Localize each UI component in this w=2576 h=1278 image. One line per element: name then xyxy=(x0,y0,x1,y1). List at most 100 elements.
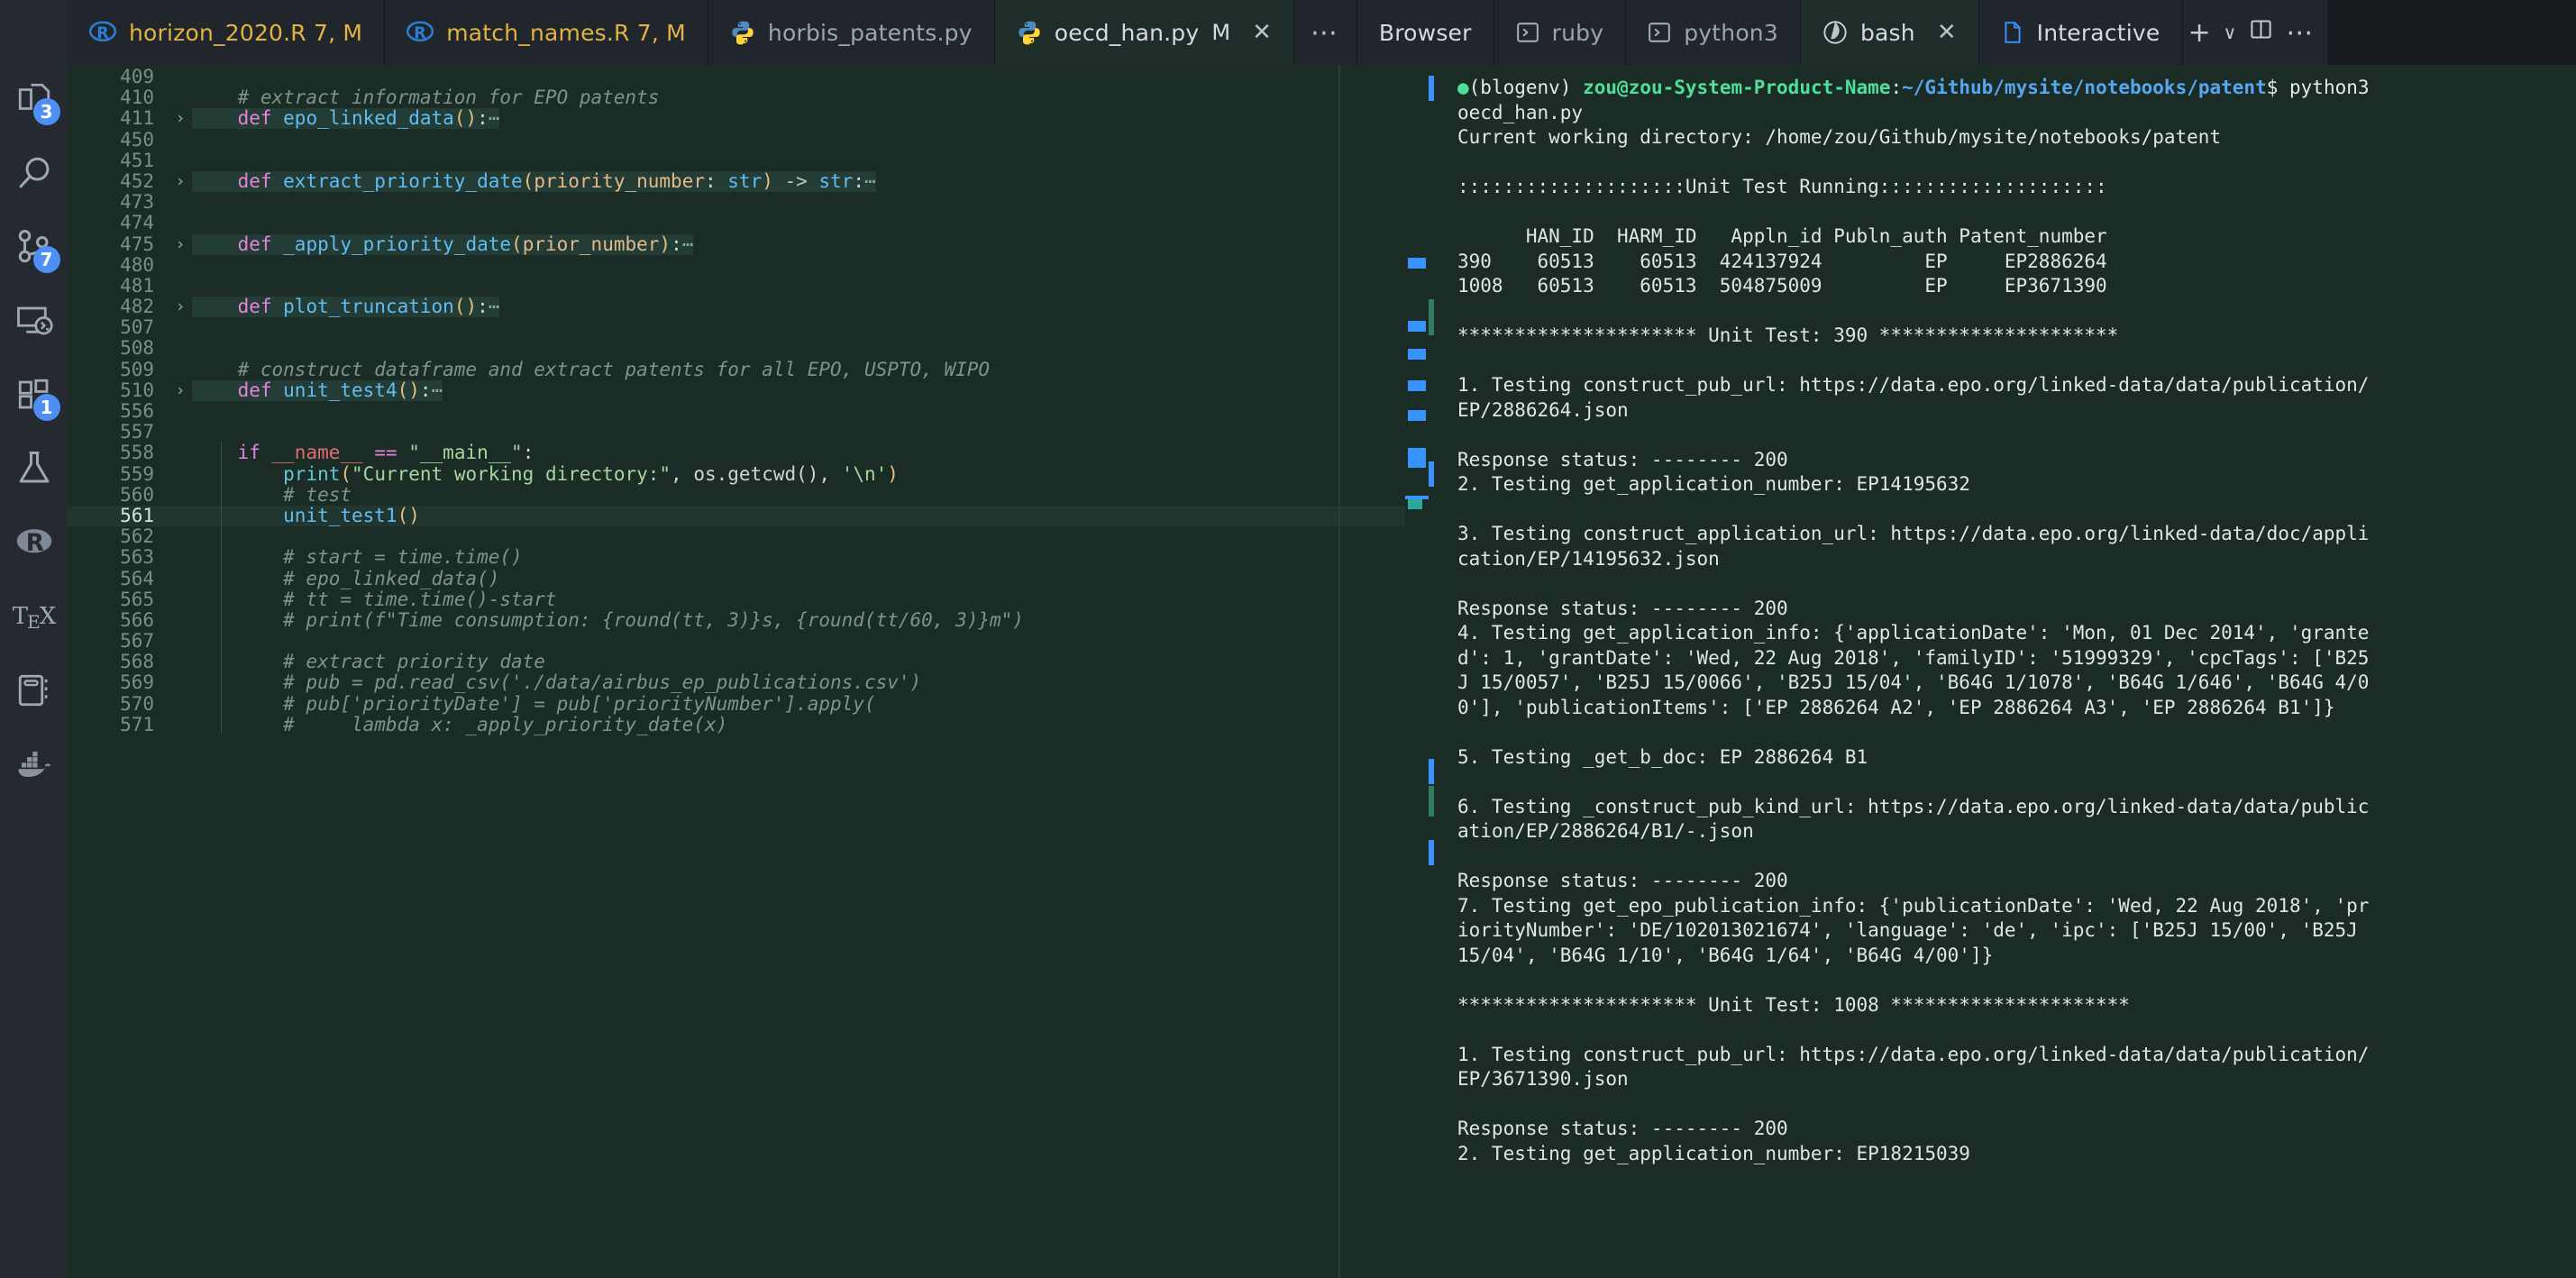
code-line[interactable]: 409 xyxy=(68,67,1429,87)
sidebar-item-search[interactable] xyxy=(9,148,59,198)
editor-tab-matchnames[interactable]: R match_names.R 7, M xyxy=(385,0,708,65)
code-line[interactable]: 480 xyxy=(68,255,1429,276)
code-line[interactable]: 563 # start = time.time() xyxy=(68,547,1429,568)
code-line[interactable]: 510› def unit_test4():⋯ xyxy=(68,380,1429,401)
sidebar-item-r-workspace[interactable]: R xyxy=(9,517,59,568)
bash-shell-icon xyxy=(1822,20,1848,45)
prompt-user-host: zou@zou-System-Product-Name xyxy=(1583,77,1890,98)
sidebar-item-docker[interactable] xyxy=(9,739,59,790)
prompt-colon: : xyxy=(1890,77,1902,98)
line-number: 409 xyxy=(68,67,169,87)
ruler-modified-marker xyxy=(1408,499,1422,509)
code-line[interactable]: 566 # print(f"Time consumption: {round(t… xyxy=(68,610,1429,631)
sidebar-item-extensions[interactable]: 1 xyxy=(9,370,59,420)
code-line[interactable]: 556 xyxy=(68,401,1429,422)
code-line[interactable]: 475› def _apply_priority_date(prior_numb… xyxy=(68,234,1429,255)
editor-tab-horbis-patents[interactable]: horbis_patents.py xyxy=(708,0,995,65)
line-number: 481 xyxy=(68,276,169,297)
terminal-line: Response status: -------- 200 xyxy=(1429,869,2576,894)
code-line[interactable]: 570 # pub['priorityDate'] = pub['priorit… xyxy=(68,694,1429,715)
sidebar-item-remote-explorer[interactable] xyxy=(9,296,59,346)
code-line[interactable]: 565 # tt = time.time()-start xyxy=(68,589,1429,610)
code-line[interactable]: 507 xyxy=(68,317,1429,338)
notebook-icon xyxy=(2001,20,2024,45)
sidebar-item-explorer[interactable]: 3 xyxy=(9,74,59,124)
code-text: def epo_linked_data():⋯ xyxy=(192,108,1429,129)
sidebar-item-testing[interactable] xyxy=(9,443,59,494)
fold-chevron-icon[interactable]: › xyxy=(169,380,192,401)
line-number: 568 xyxy=(68,652,169,672)
code-line[interactable]: 559 print("Current working directory:", … xyxy=(68,464,1429,485)
line-number: 558 xyxy=(68,443,169,463)
python-file-icon xyxy=(1017,20,1042,45)
code-text: print("Current working directory:", os.g… xyxy=(192,464,1429,485)
terminal-line: EP/3671390.json xyxy=(1429,1067,2576,1092)
code-line[interactable]: 560 # test xyxy=(68,485,1429,506)
chevron-down-icon[interactable]: ∨ xyxy=(2224,22,2237,43)
close-icon[interactable]: ✕ xyxy=(1252,19,1272,46)
code-line[interactable]: 558 if __name__ == "__main__": xyxy=(68,443,1429,463)
code-text: def unit_test4():⋯ xyxy=(192,380,1429,401)
code-line[interactable]: 567 xyxy=(68,631,1429,652)
code-line[interactable]: 450 xyxy=(68,130,1429,151)
line-number: 561 xyxy=(68,506,169,526)
fold-chevron-icon[interactable]: › xyxy=(169,108,192,129)
code-line[interactable]: 562 xyxy=(68,526,1429,547)
overview-ruler[interactable] xyxy=(1405,65,1429,1278)
terminal-command-marker xyxy=(1429,299,1434,335)
line-number: 566 xyxy=(68,610,169,631)
code-line[interactable]: 482› def plot_truncation():⋯ xyxy=(68,297,1429,317)
more-actions-icon[interactable]: ⋯ xyxy=(2286,17,2313,49)
panel-tab-interactive[interactable]: Interactive xyxy=(1979,0,2183,65)
sidebar-item-latex[interactable]: TEX xyxy=(9,591,59,642)
ruler-marker xyxy=(1408,349,1426,360)
code-line[interactable]: 473 xyxy=(68,192,1429,213)
code-line[interactable]: 451 xyxy=(68,151,1429,171)
sidebar-item-notebook[interactable] xyxy=(9,665,59,716)
code-line[interactable]: 568 # extract priority date xyxy=(68,652,1429,672)
fold-chevron-icon[interactable]: › xyxy=(169,297,192,317)
code-line[interactable]: 481 xyxy=(68,276,1429,297)
code-line[interactable]: 508 xyxy=(68,338,1429,359)
terminal-command-marker xyxy=(1429,759,1434,784)
code-line[interactable]: 564 # epo_linked_data() xyxy=(68,569,1429,589)
sidebar-item-source-control[interactable]: 7 xyxy=(9,222,59,272)
code-line[interactable]: 557 xyxy=(68,422,1429,443)
editor-tab-horizon2020[interactable]: R horizon_2020.R 7, M xyxy=(68,0,385,65)
code-line[interactable]: 474 xyxy=(68,213,1429,233)
editor-tab-overflow-button[interactable]: ⋯ xyxy=(1294,0,1357,65)
panel-tab-python3[interactable]: python3 xyxy=(1626,0,1801,65)
code-text: def plot_truncation():⋯ xyxy=(192,297,1429,317)
code-line[interactable]: 410 # extract information for EPO patent… xyxy=(68,87,1429,108)
r-file-icon: R xyxy=(406,19,434,46)
code-line[interactable]: 509 # construct dataframe and extract pa… xyxy=(68,360,1429,380)
code-line[interactable]: 571 # lambda x: _apply_priority_date(x) xyxy=(68,715,1429,735)
code-text: def _apply_priority_date(prior_number):⋯ xyxy=(192,234,1429,255)
terminal-line: 15/04', 'B64G 1/10', 'B64G 1/64', 'B64G … xyxy=(1429,944,2576,969)
panel-tab-label: Browser xyxy=(1379,20,1472,46)
terminal-line xyxy=(1429,770,2576,795)
code-line[interactable]: 561 unit_test1() xyxy=(68,506,1429,526)
panel-tab-bash[interactable]: bash ✕ xyxy=(1801,0,1979,65)
code-line[interactable]: 452› def extract_priority_date(priority_… xyxy=(68,171,1429,192)
close-icon[interactable]: ✕ xyxy=(1937,19,1957,46)
fold-chevron-icon[interactable]: › xyxy=(169,234,192,255)
terminal-line: 4. Testing get_application_info: {'appli… xyxy=(1429,621,2576,646)
code-text: # start = time.time() xyxy=(192,547,1429,568)
workbench-body: 3 7 1 xyxy=(0,65,2576,1278)
line-number: 480 xyxy=(68,255,169,276)
panel-tab-ruby[interactable]: ruby xyxy=(1494,0,1627,65)
code-editor[interactable]: 409410 # extract information for EPO pat… xyxy=(68,65,1429,1278)
editor-tab-oecd-han[interactable]: oecd_han.py M ✕ xyxy=(995,0,1294,65)
code-line[interactable]: 569 # pub = pd.read_csv('./data/airbus_e… xyxy=(68,672,1429,693)
activity-bar: 3 7 1 xyxy=(0,65,68,1278)
split-editor-icon[interactable] xyxy=(2249,17,2273,49)
terminal-panel[interactable]: ●(blogenv) zou@zou-System-Product-Name:~… xyxy=(1429,65,2576,1278)
tab-modified-indicator: M xyxy=(1211,20,1230,45)
prompt-command: python3 xyxy=(2278,77,2369,98)
code-text: # lambda x: _apply_priority_date(x) xyxy=(192,715,1429,735)
panel-tab-browser[interactable]: Browser xyxy=(1357,0,1494,65)
code-line[interactable]: 411› def epo_linked_data():⋯ xyxy=(68,108,1429,129)
fold-chevron-icon[interactable]: › xyxy=(169,171,192,192)
new-terminal-button[interactable]: + xyxy=(2188,17,2211,49)
